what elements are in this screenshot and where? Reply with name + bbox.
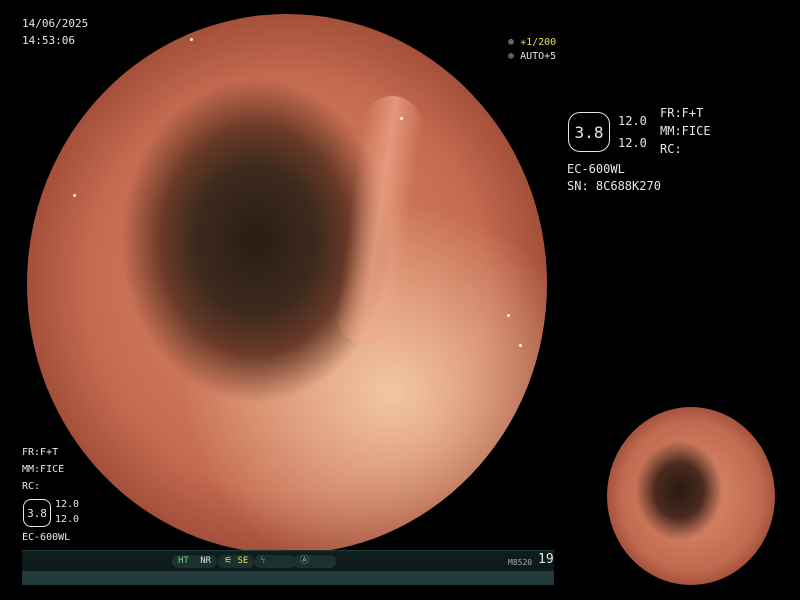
time-text: 14:53:06 [22,34,75,47]
right-fr: FR:F+T [660,106,704,120]
left-magnification-value: 3.8 [27,506,47,520]
endoscope-thumbnail-view [607,407,775,585]
ht-label: HT [178,556,189,566]
date-text: 14/06/2025 [22,17,89,30]
left-line2: 12.0 [55,514,80,525]
light-reflection [507,314,510,317]
frame-number: 19 [538,552,554,567]
mode-icon: Ⓐ [300,556,310,566]
auto-text: AUTO+5 [520,51,557,62]
light-reflection [400,117,403,120]
right-line2: 12.0 [618,136,647,150]
right-mm: MM:FICE [660,124,711,138]
light-reflection [190,38,193,41]
right-rc: RC: [660,142,682,156]
shutter-text: 1/200 [526,37,557,48]
se-label: SE [237,556,249,566]
magnification-badge: 3.8 [568,112,610,152]
auto-row: ⊕ AUTO+5 [508,50,556,64]
left-magnification-badge: 3.8 [23,499,51,527]
device-code: M8520 [508,558,533,567]
auto-icon: ⊕ [508,51,515,62]
light-reflection [67,434,72,446]
mode-pill: Ⓐ [294,555,336,568]
flash-pill: ϟ [254,555,296,568]
status-bar: HT NR ⚟ SE ϟ Ⓐ M8520 19 [22,550,554,585]
se-pill: ⚟ SE [218,555,255,568]
left-line1: 12.0 [55,499,80,510]
left-mm: MM:FICE [22,464,65,475]
iris-icon: ⊛ [508,37,515,48]
status-bar-lower [22,571,554,585]
wand-icon: ⚟ [224,556,233,566]
shutter-row: ⊛ ✳1/200 [508,36,556,50]
magnification-value: 3.8 [574,122,604,142]
ht-nr-pill: HT NR [172,555,218,568]
light-reflection [519,344,522,347]
light-reflection [73,194,76,197]
left-model: EC-600WL [22,532,71,543]
right-serial: SN: 8C688K270 [567,179,661,193]
nr-label: NR [200,556,212,566]
right-model: EC-600WL [567,162,625,176]
left-fr: FR:F+T [22,447,59,458]
left-rc: RC: [22,481,41,492]
right-line1: 12.0 [618,114,647,128]
endoscope-main-view [27,14,547,554]
flash-icon: ϟ [260,556,266,566]
mucosal-fold [332,92,427,348]
